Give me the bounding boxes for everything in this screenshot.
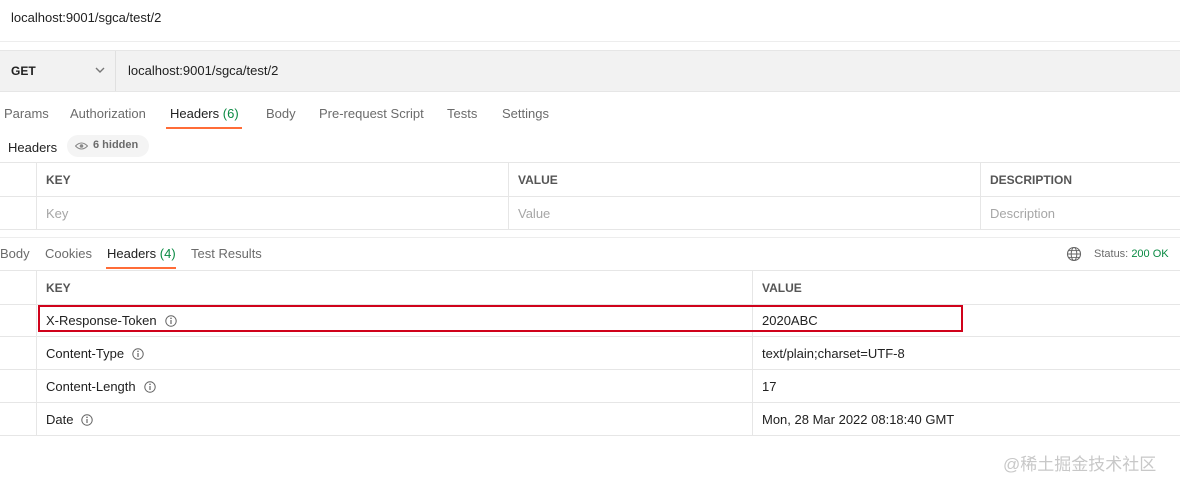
active-tab-indicator — [166, 127, 242, 129]
hidden-headers-toggle[interactable]: 6 hidden — [67, 135, 149, 157]
eye-icon — [75, 142, 88, 150]
column-header-value: VALUE — [762, 281, 802, 295]
header-value-cell: 17 — [762, 379, 777, 394]
tab-tests[interactable]: Tests — [447, 106, 477, 121]
column-header-key: KEY — [46, 281, 71, 295]
response-status: Status: 200 OK — [1094, 248, 1169, 260]
response-tab-headers[interactable]: Headers (4) — [107, 246, 176, 261]
info-icon[interactable] — [81, 414, 94, 426]
table-header-row: KEY VALUE — [0, 271, 1180, 305]
method-select[interactable]: GET — [0, 51, 116, 91]
tab-headers-count: (6) — [222, 106, 239, 121]
response-tab-cookies[interactable]: Cookies — [45, 246, 92, 261]
window-title-bar: localhost:9001/sgca/test/2 — [0, 0, 1180, 42]
watermark-text: @稀土掘金技术社区 — [1003, 455, 1157, 474]
info-icon[interactable] — [132, 348, 144, 360]
column-divider — [36, 271, 37, 436]
column-divider — [752, 271, 753, 436]
request-headers-table: KEY VALUE DESCRIPTION Key Value Descript… — [0, 162, 1180, 230]
column-divider — [36, 163, 37, 229]
table-header-row: KEY VALUE DESCRIPTION — [0, 163, 1180, 197]
tab-headers[interactable]: Headers (6) — [170, 106, 239, 121]
header-key-cell: Content-Type — [46, 346, 144, 361]
status-label: Status: — [1094, 248, 1129, 260]
tab-body[interactable]: Body — [266, 106, 296, 121]
response-headers-count: (4) — [159, 246, 176, 261]
description-input[interactable]: Description — [990, 206, 1055, 221]
column-header-description: DESCRIPTION — [990, 173, 1073, 187]
method-label: GET — [11, 64, 36, 78]
chevron-down-icon — [95, 67, 105, 73]
header-key-cell: Date — [46, 412, 94, 427]
globe-icon[interactable] — [1066, 246, 1082, 262]
header-value-cell: Mon, 28 Mar 2022 08:18:40 GMT — [762, 412, 955, 427]
tab-settings[interactable]: Settings — [502, 106, 549, 121]
table-row: Content-Type text/plain;charset=UTF-8 — [0, 337, 1180, 370]
headers-section-label: Headers — [8, 140, 58, 155]
tab-authorization[interactable]: Authorization — [70, 106, 146, 121]
response-tab-body[interactable]: Body — [0, 246, 30, 261]
column-divider — [980, 163, 981, 229]
response-tab-test-results[interactable]: Test Results — [191, 246, 262, 261]
table-row: Key Value Description — [0, 196, 1180, 230]
info-icon[interactable] — [143, 381, 156, 393]
request-bar: GET localhost:9001/sgca/test/2 — [0, 50, 1180, 92]
request-tabs: Params Authorization Headers (6) Body Pr… — [0, 100, 1180, 130]
value-input[interactable]: Value — [518, 206, 550, 221]
column-header-value: VALUE — [518, 173, 558, 187]
tab-params[interactable]: Params — [4, 106, 49, 121]
table-row: Content-Length 17 — [0, 370, 1180, 403]
header-key-cell: Content-Length — [46, 379, 156, 394]
hidden-headers-count: 6 hidden — [93, 139, 139, 151]
column-divider — [508, 163, 509, 229]
key-input[interactable]: Key — [46, 206, 68, 221]
header-value-cell: text/plain;charset=UTF-8 — [762, 346, 905, 361]
tab-pre-request-script[interactable]: Pre-request Script — [319, 106, 424, 121]
window-title: localhost:9001/sgca/test/2 — [11, 10, 162, 25]
response-headers-table: KEY VALUE X-Response-Token 2020ABC Conte… — [0, 270, 1180, 436]
highlight-box — [38, 305, 963, 332]
column-header-key: KEY — [46, 173, 71, 187]
active-response-tab-indicator — [106, 267, 176, 269]
status-value[interactable]: 200 OK — [1131, 248, 1168, 260]
table-row: Date Mon, 28 Mar 2022 08:18:40 GMT — [0, 403, 1180, 436]
response-tabs: Body Cookies Headers (4) Test Results — [0, 240, 1180, 270]
url-input[interactable]: localhost:9001/sgca/test/2 — [128, 63, 278, 78]
response-divider — [0, 237, 1180, 238]
headers-section-header: Headers 6 hidden — [0, 135, 400, 159]
